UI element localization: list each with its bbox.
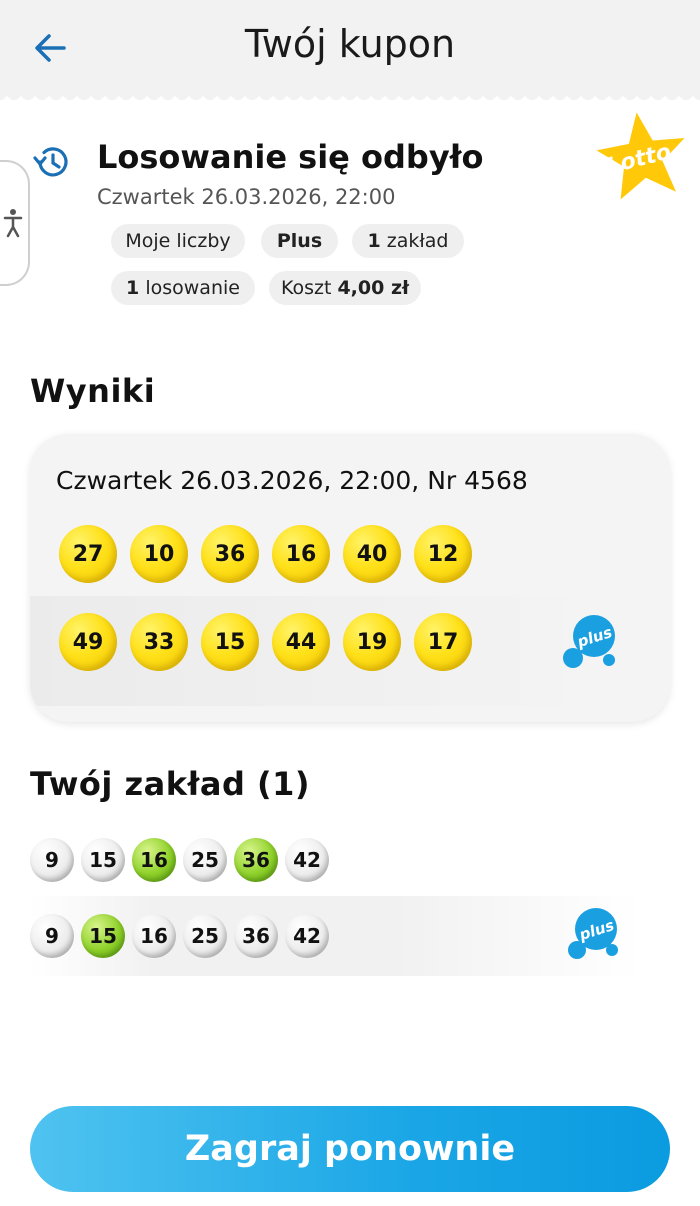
plus-ball: 44: [272, 613, 330, 671]
history-icon: [32, 142, 72, 182]
bet-ball: 25: [183, 838, 227, 882]
draw-status: Losowanie się odbyło: [97, 138, 484, 176]
lotto-ball: 10: [130, 525, 188, 583]
plus-ball-number: 44: [285, 629, 317, 655]
bet-ball: 15: [81, 838, 125, 882]
lotto-ball-number: 10: [143, 541, 175, 567]
bet-ball-hit-number: 16: [140, 848, 168, 872]
bet-ball-number: 15: [89, 848, 117, 872]
chip-draws: 1 losowanie: [111, 271, 255, 305]
page-title: Twój kupon: [244, 22, 456, 66]
plus-ball-number: 17: [427, 629, 459, 655]
bet-plus-ball-number: 9: [45, 924, 59, 948]
lotto-ball-number: 36: [214, 541, 246, 567]
bet-plus-ball-hit: 15: [81, 914, 125, 958]
plus-ball: 15: [201, 613, 259, 671]
chip-plus: Plus: [261, 224, 338, 258]
plus-ball-number: 49: [72, 629, 104, 655]
bet-plus-ball-number: 16: [140, 924, 168, 948]
chip-numbers-type-label: Moje liczby: [125, 230, 231, 252]
bet-plus-logo-icon: plus: [562, 905, 622, 965]
lotto-logo: Lotto: [585, 108, 690, 208]
accessibility-icon[interactable]: [0, 160, 30, 286]
chip-bets-label: zakład: [386, 230, 449, 252]
bet-ball-number: 25: [191, 848, 219, 872]
plus-ball: 19: [343, 613, 401, 671]
bet-plus-ball-number: 42: [293, 924, 321, 948]
lotto-ball: 12: [414, 525, 472, 583]
lotto-ball: 40: [343, 525, 401, 583]
chip-bets: 1 zakład: [352, 224, 464, 258]
bet-plus-ball-number: 25: [191, 924, 219, 948]
plus-ball: 49: [59, 613, 117, 671]
bet-ball: 9: [30, 838, 74, 882]
lotto-ball-number: 40: [356, 541, 388, 567]
bet-plus-ball: 25: [183, 914, 227, 958]
bet-ball: 42: [285, 838, 329, 882]
chip-plus-label: Plus: [276, 230, 323, 252]
bet-plus-ball: 9: [30, 914, 74, 958]
bet-plus-ball-number: 36: [242, 924, 270, 948]
bet-plus-ball-hit-number: 15: [89, 924, 117, 948]
lotto-ball-number: 16: [285, 541, 317, 567]
bet-plus-ball: 36: [234, 914, 278, 958]
plus-ball: 17: [414, 613, 472, 671]
bet-plus-ball: 42: [285, 914, 329, 958]
chip-cost-value: 4,00 zł: [337, 277, 410, 299]
chip-bets-count: 1: [367, 230, 381, 252]
results-heading: Wyniki: [30, 372, 156, 410]
play-again-button[interactable]: Zagraj ponownie: [30, 1106, 670, 1192]
chip-cost: Koszt 4,00 zł: [269, 271, 421, 305]
plus-logo-icon: plus: [560, 612, 620, 672]
chip-numbers-type: Moje liczby: [111, 224, 245, 258]
lotto-ball: 27: [59, 525, 117, 583]
results-card: Czwartek 26.03.2026, 22:00, Nr 4568 27 10…: [30, 434, 670, 722]
bet-ball-number: 42: [293, 848, 321, 872]
lotto-ball-number: 12: [427, 541, 459, 567]
chip-cost-label: Koszt: [280, 277, 332, 299]
chip-draws-label: losowanie: [145, 277, 240, 299]
bet-ball-hit-number: 36: [242, 848, 270, 872]
bet-ball-hit: 36: [234, 838, 278, 882]
bet-ball-hit: 16: [132, 838, 176, 882]
draw-info: Czwartek 26.03.2026, 22:00, Nr 4568: [56, 466, 528, 495]
plus-ball: 33: [130, 613, 188, 671]
lotto-ball: 36: [201, 525, 259, 583]
bet-heading: Twój zakład (1): [30, 765, 310, 803]
chip-draws-count: 1: [126, 277, 140, 299]
draw-date: Czwartek 26.03.2026, 22:00: [97, 185, 396, 209]
plus-ball-number: 19: [356, 629, 388, 655]
bet-plus-ball: 16: [132, 914, 176, 958]
bet-ball-number: 9: [45, 848, 59, 872]
plus-ball-number: 33: [143, 629, 175, 655]
plus-ball-number: 15: [214, 629, 246, 655]
lotto-ball-number: 27: [72, 541, 104, 567]
lotto-ball: 16: [272, 525, 330, 583]
